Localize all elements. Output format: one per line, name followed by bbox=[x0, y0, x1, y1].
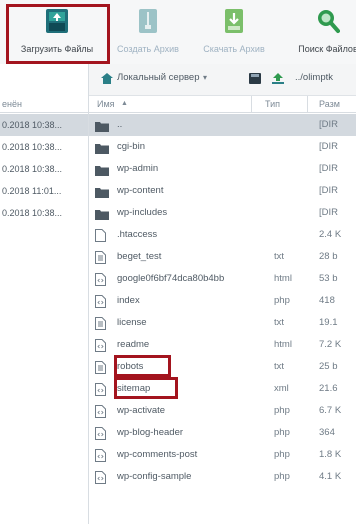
file-type: txt bbox=[274, 251, 285, 262]
file-name: readme bbox=[117, 339, 150, 350]
file-name: beget_test bbox=[117, 251, 162, 262]
column-divider bbox=[251, 96, 252, 112]
file-size: 364 bbox=[319, 427, 335, 438]
file-type: html bbox=[274, 273, 292, 284]
file-size: 7.2 K bbox=[319, 339, 342, 350]
up-folder-icon[interactable] bbox=[272, 73, 284, 87]
file-row[interactable]: .. [DIR bbox=[89, 114, 356, 136]
server-selector[interactable]: Локальный сервер bbox=[117, 72, 200, 83]
file-size: 28 b bbox=[319, 251, 338, 262]
file-type: xml bbox=[274, 383, 289, 394]
file-name: index bbox=[117, 295, 140, 306]
file-type: php bbox=[274, 427, 290, 438]
path-bar: Локальный сервер ▾ ../olimptk bbox=[89, 64, 356, 96]
file-size: [DIR bbox=[319, 207, 338, 218]
sort-ascending-icon[interactable]: ▲ bbox=[121, 96, 128, 112]
home-icon[interactable] bbox=[101, 73, 113, 87]
download-archive-button[interactable]: Скачать Архив bbox=[190, 4, 278, 64]
left-panel-rows: 0.2018 10:38... 0.2018 10:38... 0.2018 1… bbox=[0, 114, 88, 224]
create-archive-button[interactable]: Создать Архив bbox=[116, 4, 180, 64]
left-column-header-modified[interactable]: енён bbox=[0, 96, 88, 113]
left-row-date[interactable]: 0.2018 10:38... bbox=[0, 136, 88, 158]
file-type: html bbox=[274, 339, 292, 350]
file-type: txt bbox=[274, 361, 285, 372]
chevron-down-icon[interactable]: ▾ bbox=[203, 73, 207, 82]
file-row[interactable]: wp-config-sample php 4.1 K bbox=[89, 466, 356, 488]
file-name: cgi-bin bbox=[117, 141, 145, 152]
file-row[interactable]: wp-comments-post php 1.8 K bbox=[89, 444, 356, 466]
file-row[interactable]: wp-includes [DIR bbox=[89, 202, 356, 224]
file-name: wp-comments-post bbox=[117, 449, 198, 460]
file-list: .. [DIR cgi-bin [DIR wp-admin [DIR wp-content [… bbox=[89, 114, 356, 488]
file-name: wp-content bbox=[117, 185, 164, 196]
file-size: [DIR bbox=[319, 185, 338, 196]
file-type: php bbox=[274, 295, 290, 306]
file-row[interactable]: license txt 19.1 bbox=[89, 312, 356, 334]
file-size: 2.4 K bbox=[319, 229, 342, 240]
search-files-button[interactable]: Поиск Файлов bbox=[288, 4, 356, 64]
file-name: wp-includes bbox=[117, 207, 168, 218]
file-size: [DIR bbox=[319, 119, 338, 130]
file-size: 4.1 K bbox=[319, 471, 342, 482]
robots-highlight-frame bbox=[114, 355, 171, 377]
file-size: 25 b bbox=[319, 361, 338, 372]
left-row-date[interactable]: 0.2018 11:01... bbox=[0, 180, 88, 202]
file-row[interactable]: .htaccess 2.4 K bbox=[89, 224, 356, 246]
file-row[interactable]: google0f6bf74dca80b4bb html 53 b bbox=[89, 268, 356, 290]
search-files-label: Поиск Файлов bbox=[298, 44, 356, 54]
file-name: wp-admin bbox=[117, 163, 159, 174]
column-header-type[interactable]: Тип bbox=[265, 96, 280, 112]
column-divider bbox=[307, 96, 308, 112]
file-row[interactable]: wp-activate php 6.7 K bbox=[89, 400, 356, 422]
file-list-header: Имя ▲ Тип Разм bbox=[89, 96, 356, 113]
file-row[interactable]: wp-content [DIR bbox=[89, 180, 356, 202]
file-row[interactable]: wp-blog-header php 364 bbox=[89, 422, 356, 444]
download-archive-label: Скачать Архив bbox=[203, 44, 265, 54]
file-size: 418 bbox=[319, 295, 335, 306]
file-row[interactable]: beget_test txt 28 b bbox=[89, 246, 356, 268]
file-row[interactable]: readme html 7.2 K bbox=[89, 334, 356, 356]
file-size: 53 b bbox=[319, 273, 338, 284]
search-icon bbox=[316, 8, 340, 37]
file-size: 1.8 K bbox=[319, 449, 342, 460]
upload-highlight-frame bbox=[6, 4, 110, 64]
current-path[interactable]: ../olimptk bbox=[295, 72, 333, 83]
toolbar: Загрузить Файлы Создать Архив Скачать Ар… bbox=[0, 0, 356, 64]
file-name: .. bbox=[117, 119, 123, 130]
left-row-date[interactable]: 0.2018 10:38... bbox=[0, 114, 88, 136]
create-archive-label: Создать Архив bbox=[117, 44, 179, 54]
file-type: php bbox=[274, 449, 290, 460]
save-icon[interactable] bbox=[249, 73, 261, 87]
file-size: 21.6 bbox=[319, 383, 338, 394]
file-name: wp-config-sample bbox=[117, 471, 192, 482]
archive-icon bbox=[137, 8, 159, 37]
file-size: 19.1 bbox=[319, 317, 338, 328]
file-type: php bbox=[274, 471, 290, 482]
file-size: [DIR bbox=[319, 163, 338, 174]
file-name: wp-blog-header bbox=[117, 427, 184, 438]
file-row[interactable]: wp-admin [DIR bbox=[89, 158, 356, 180]
file-size: [DIR bbox=[319, 141, 338, 152]
file-type: txt bbox=[274, 317, 285, 328]
left-row-date[interactable]: 0.2018 10:38... bbox=[0, 158, 88, 180]
extract-archive-icon bbox=[223, 8, 245, 37]
file-row[interactable]: cgi-bin [DIR bbox=[89, 136, 356, 158]
file-name: license bbox=[117, 317, 147, 328]
file-name: google0f6bf74dca80b4bb bbox=[117, 273, 225, 284]
left-row-date[interactable]: 0.2018 10:38... bbox=[0, 202, 88, 224]
code-file-icon bbox=[95, 471, 106, 493]
file-row[interactable]: index php 418 bbox=[89, 290, 356, 312]
column-header-name[interactable]: Имя bbox=[97, 96, 115, 112]
file-size: 6.7 K bbox=[319, 405, 342, 416]
file-name: wp-activate bbox=[117, 405, 166, 416]
column-header-size[interactable]: Разм bbox=[319, 96, 340, 112]
file-name: .htaccess bbox=[117, 229, 158, 240]
sitemap-highlight-frame bbox=[114, 377, 178, 399]
file-type: php bbox=[274, 405, 290, 416]
